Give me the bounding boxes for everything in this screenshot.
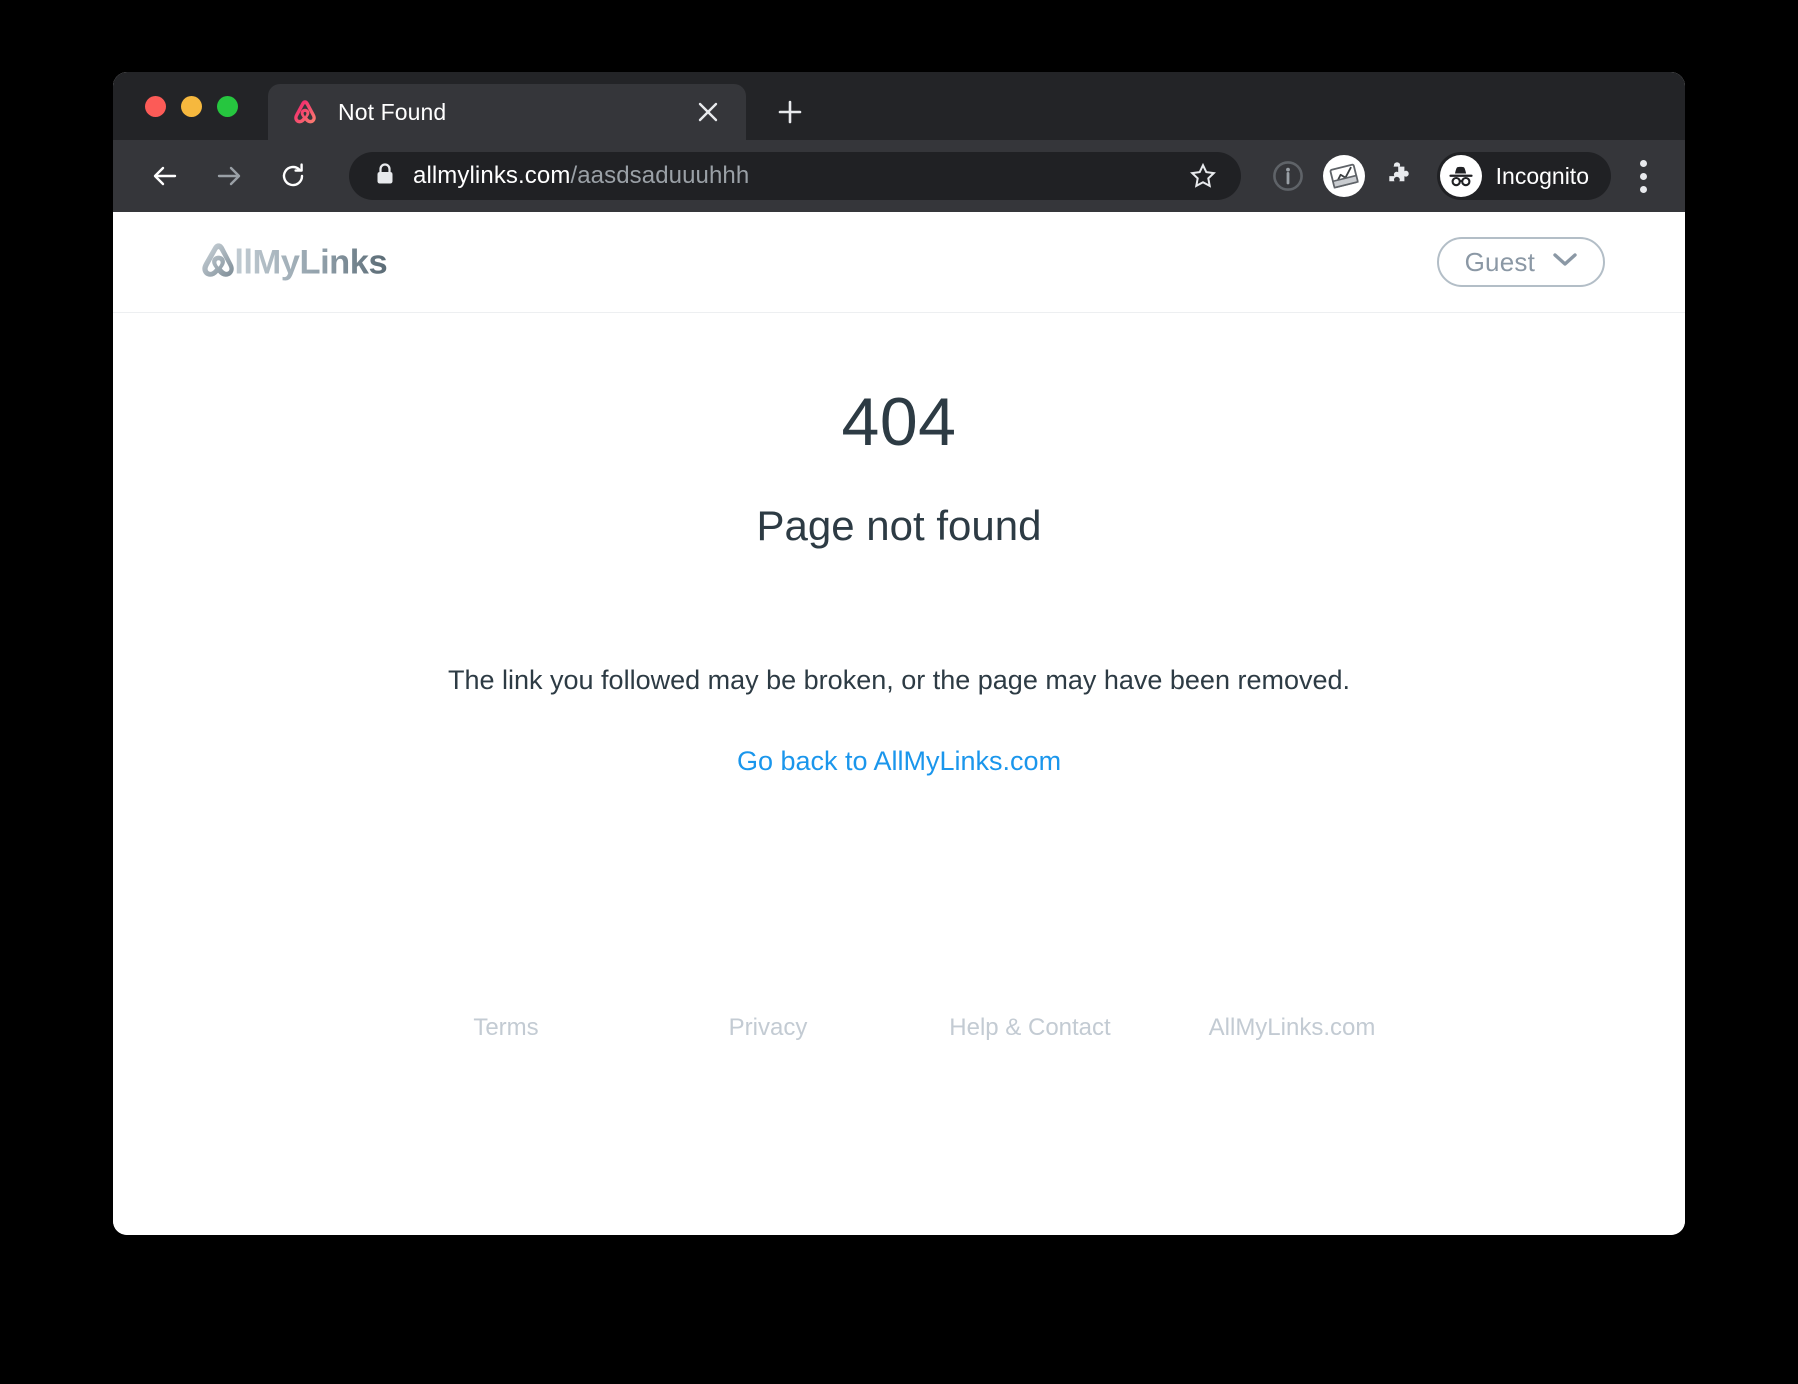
url-path: /aasdsaduuuhhh — [570, 162, 750, 189]
new-tab-button[interactable] — [768, 90, 812, 134]
menu-dot — [1639, 172, 1647, 180]
back-button[interactable] — [141, 152, 189, 200]
profile-incognito-button[interactable]: Incognito — [1436, 152, 1611, 200]
lock-icon — [375, 162, 395, 191]
browser-toolbar: allmylinks.com/aasdsaduuuhhh Incognito — [113, 140, 1685, 212]
tab-strip: Not Found — [113, 72, 1685, 140]
account-label: Guest — [1464, 246, 1535, 277]
browser-window: Not Found allmylinks.com/aasdsaduuuhhh I… — [113, 72, 1685, 1235]
footer-link-privacy[interactable]: Privacy — [637, 1014, 899, 1042]
close-window-button[interactable] — [145, 95, 166, 117]
address-bar[interactable]: allmylinks.com/aasdsaduuuhhh — [349, 152, 1241, 200]
three-dot-menu-icon[interactable] — [1623, 152, 1663, 200]
screen: Not Found allmylinks.com/aasdsaduuuhhh I… — [0, 0, 1798, 1384]
site-footer: Terms Privacy Help & Contact AllMyLinks.… — [113, 1014, 1685, 1042]
minimize-window-button[interactable] — [181, 95, 202, 117]
profile-label: Incognito — [1495, 162, 1589, 189]
maximize-window-button[interactable] — [217, 95, 238, 117]
browser-tab[interactable]: Not Found — [268, 84, 746, 140]
chevron-down-icon — [1553, 252, 1577, 272]
go-back-link[interactable]: Go back to AllMyLinks.com — [737, 746, 1061, 777]
menu-dot — [1639, 185, 1647, 193]
error-code: 404 — [841, 384, 957, 460]
page-viewport: llMyLinks Guest 404 Page not found The l… — [113, 212, 1685, 1235]
allmylinks-logo[interactable]: llMyLinks — [196, 239, 457, 285]
allmylinks-favicon-icon — [290, 97, 320, 127]
tab-title: Not Found — [338, 98, 447, 125]
url-text: allmylinks.com/aasdsaduuuhhh — [413, 162, 1181, 190]
error-content: 404 Page not found The link you followed… — [113, 313, 1685, 777]
footer-link-help-contact[interactable]: Help & Contact — [899, 1014, 1161, 1042]
window-controls — [113, 72, 256, 140]
error-headline: Page not found — [756, 502, 1042, 550]
close-tab-button[interactable] — [690, 94, 726, 130]
footer-link-allmylinks[interactable]: AllMyLinks.com — [1161, 1014, 1423, 1042]
site-header: llMyLinks Guest — [113, 212, 1685, 313]
url-host: allmylinks.com — [413, 162, 571, 189]
reload-button[interactable] — [269, 152, 317, 200]
forward-button[interactable] — [205, 152, 253, 200]
bookmark-star-icon[interactable] — [1181, 154, 1225, 198]
svg-text:llMyLinks: llMyLinks — [234, 243, 387, 281]
extension-chart-icon[interactable] — [1321, 153, 1367, 199]
incognito-hat-glasses-icon — [1439, 155, 1482, 197]
info-circle-icon[interactable] — [1265, 153, 1311, 199]
account-guest-button[interactable]: Guest — [1436, 237, 1605, 287]
puzzle-extensions-icon[interactable] — [1377, 153, 1423, 199]
menu-dot — [1639, 159, 1647, 167]
error-message: The link you followed may be broken, or … — [447, 664, 1351, 695]
footer-link-terms[interactable]: Terms — [375, 1014, 637, 1042]
